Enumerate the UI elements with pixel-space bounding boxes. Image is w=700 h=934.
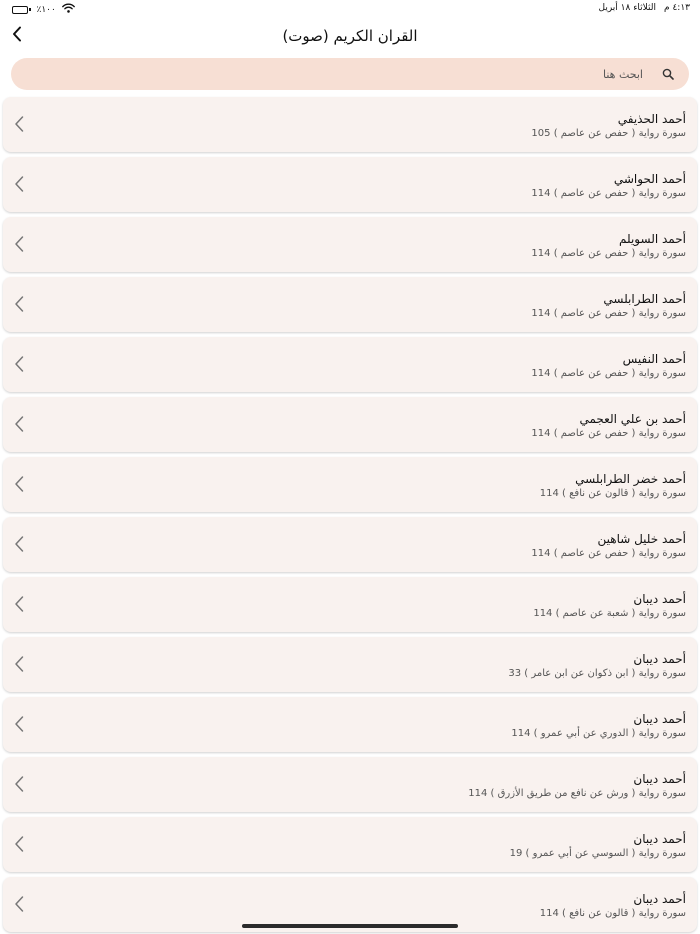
recitation-info: سورة رواية ( حفص عن عاصم ) 114 (531, 548, 686, 559)
list-item[interactable]: أحمد ديبان سورة رواية ( السوسي عن أبي عم… (3, 817, 697, 872)
list-item[interactable]: أحمد السويلم سورة رواية ( حفص عن عاصم ) … (3, 217, 697, 272)
item-text: أحمد الطرابلسي سورة رواية ( حفص عن عاصم … (531, 291, 686, 321)
recitation-info: سورة رواية ( شعبة عن عاصم ) 114 (533, 608, 686, 619)
page-title: القران الكريم (صوت) (282, 27, 418, 45)
chevron-left-icon (15, 476, 24, 492)
list-item[interactable]: أحمد ديبان سورة رواية ( ورش عن نافع من ط… (3, 757, 697, 812)
recitation-info: سورة رواية ( حفص عن عاصم ) 114 (531, 308, 686, 319)
recitation-info: سورة رواية ( حفص عن عاصم ) 114 (531, 428, 686, 439)
item-text: أحمد ديبان سورة رواية ( شعبة عن عاصم ) 1… (533, 591, 686, 621)
home-indicator[interactable] (242, 924, 458, 928)
item-text: أحمد بن علي العجمي سورة رواية ( حفص عن ع… (531, 411, 686, 441)
reciter-name: أحمد ديبان (633, 832, 686, 846)
item-text: أحمد السويلم سورة رواية ( حفص عن عاصم ) … (531, 231, 686, 261)
chevron-left-icon (15, 236, 24, 252)
recitation-info: سورة رواية ( الدوري عن أبي عمرو ) 114 (511, 728, 686, 739)
chevron-left-icon (15, 176, 24, 192)
recitation-info: سورة رواية ( ورش عن نافع من طريق الأزرق … (468, 788, 686, 799)
chevron-left-icon (15, 776, 24, 792)
reciter-name: أحمد السويلم (619, 232, 686, 246)
recitation-info: سورة رواية ( حفص عن عاصم ) 114 (531, 368, 686, 379)
list-item[interactable]: أحمد النفيس سورة رواية ( حفص عن عاصم ) 1… (3, 337, 697, 392)
item-text: أحمد خليل شاهين سورة رواية ( حفص عن عاصم… (531, 531, 686, 561)
reciter-name: أحمد بن علي العجمي (579, 412, 686, 426)
recitation-info: سورة رواية ( السوسي عن أبي عمرو ) 19 (509, 848, 686, 859)
reciter-name: أحمد ديبان (633, 772, 686, 786)
item-text: أحمد ديبان سورة رواية ( ابن ذكوان عن ابن… (508, 651, 686, 681)
navigation-bar: القران الكريم (صوت) (0, 20, 700, 54)
list-item[interactable]: أحمد ديبان سورة رواية ( الدوري عن أبي عم… (3, 697, 697, 752)
chevron-left-icon (15, 296, 24, 312)
chevron-left-icon (15, 896, 24, 912)
item-text: أحمد ديبان سورة رواية ( الدوري عن أبي عم… (511, 711, 686, 741)
recitation-info: سورة رواية ( قالون عن نافع ) 114 (539, 488, 686, 499)
list-item[interactable]: أحمد خليل شاهين سورة رواية ( حفص عن عاصم… (3, 517, 697, 572)
chevron-left-icon (15, 656, 24, 672)
recitation-info: سورة رواية ( قالون عن نافع ) 114 (539, 908, 686, 919)
item-text: أحمد ديبان سورة رواية ( قالون عن نافع ) … (540, 891, 686, 921)
reciter-name: أحمد الطرابلسي (603, 292, 686, 306)
chevron-left-icon (15, 716, 24, 732)
magnifier-icon (661, 67, 675, 81)
chevron-left-icon (15, 836, 24, 852)
wifi-icon (61, 3, 75, 16)
status-date: الثلاثاء ١٨ أبريل (598, 3, 657, 13)
item-text: أحمد ديبان سورة رواية ( السوسي عن أبي عم… (510, 831, 686, 861)
battery-icon (12, 5, 31, 14)
status-time: ٤:١٣ م (664, 3, 690, 13)
chevron-left-icon (15, 116, 24, 132)
list-item[interactable]: أحمد ديبان سورة رواية ( شعبة عن عاصم ) 1… (3, 577, 697, 632)
chevron-left-icon (15, 356, 24, 372)
recitation-info: سورة رواية ( ابن ذكوان عن ابن عامر ) 33 (508, 668, 686, 679)
reciter-list: أحمد الحذيفي سورة رواية ( حفص عن عاصم ) … (3, 97, 697, 932)
item-text: أحمد الحذيفي سورة رواية ( حفص عن عاصم ) … (531, 111, 686, 141)
list-item[interactable]: أحمد ديبان سورة رواية ( ابن ذكوان عن ابن… (3, 637, 697, 692)
item-text: أحمد الحواشي سورة رواية ( حفص عن عاصم ) … (531, 171, 686, 201)
recitation-info: سورة رواية ( حفص عن عاصم ) 114 (531, 188, 686, 199)
reciter-name: أحمد ديبان (633, 712, 686, 726)
item-text: أحمد النفيس سورة رواية ( حفص عن عاصم ) 1… (531, 351, 686, 381)
list-item[interactable]: أحمد خضر الطرابلسي سورة رواية ( قالون عن… (3, 457, 697, 512)
status-bar: ٤:١٣ م الثلاثاء ١٨ أبريل ٪١٠٠ (0, 0, 700, 18)
item-text: أحمد خضر الطرابلسي سورة رواية ( قالون عن… (540, 471, 686, 501)
search-bar[interactable] (11, 58, 689, 90)
reciter-name: أحمد ديبان (633, 592, 686, 606)
list-item[interactable]: أحمد الحواشي سورة رواية ( حفص عن عاصم ) … (3, 157, 697, 212)
search-input[interactable] (11, 66, 645, 82)
item-text: أحمد ديبان سورة رواية ( ورش عن نافع من ط… (468, 771, 686, 801)
list-item[interactable]: أحمد بن علي العجمي سورة رواية ( حفص عن ع… (3, 397, 697, 452)
reciter-name: أحمد الحذيفي (617, 112, 686, 126)
reciter-name: أحمد الحواشي (613, 172, 686, 186)
reciter-name: أحمد خضر الطرابلسي (575, 472, 686, 486)
reciter-name: أحمد ديبان (633, 892, 686, 906)
reciter-name: أحمد خليل شاهين (597, 532, 686, 546)
recitation-info: سورة رواية ( حفص عن عاصم ) 114 (531, 248, 686, 259)
list-item[interactable]: أحمد الحذيفي سورة رواية ( حفص عن عاصم ) … (3, 97, 697, 152)
battery-percentage: ٪١٠٠ (36, 4, 56, 15)
status-datetime: ٤:١٣ م الثلاثاء ١٨ أبريل (599, 3, 690, 13)
reciter-name: أحمد النفيس (622, 352, 686, 366)
recitation-info: سورة رواية ( حفص عن عاصم ) 105 (531, 128, 686, 139)
chevron-left-icon (15, 596, 24, 612)
chevron-left-icon (15, 416, 24, 432)
chevron-left-icon (15, 536, 24, 552)
list-item[interactable]: أحمد الطرابلسي سورة رواية ( حفص عن عاصم … (3, 277, 697, 332)
status-indicators: ٪١٠٠ (12, 3, 75, 16)
reciter-name: أحمد ديبان (633, 652, 686, 666)
